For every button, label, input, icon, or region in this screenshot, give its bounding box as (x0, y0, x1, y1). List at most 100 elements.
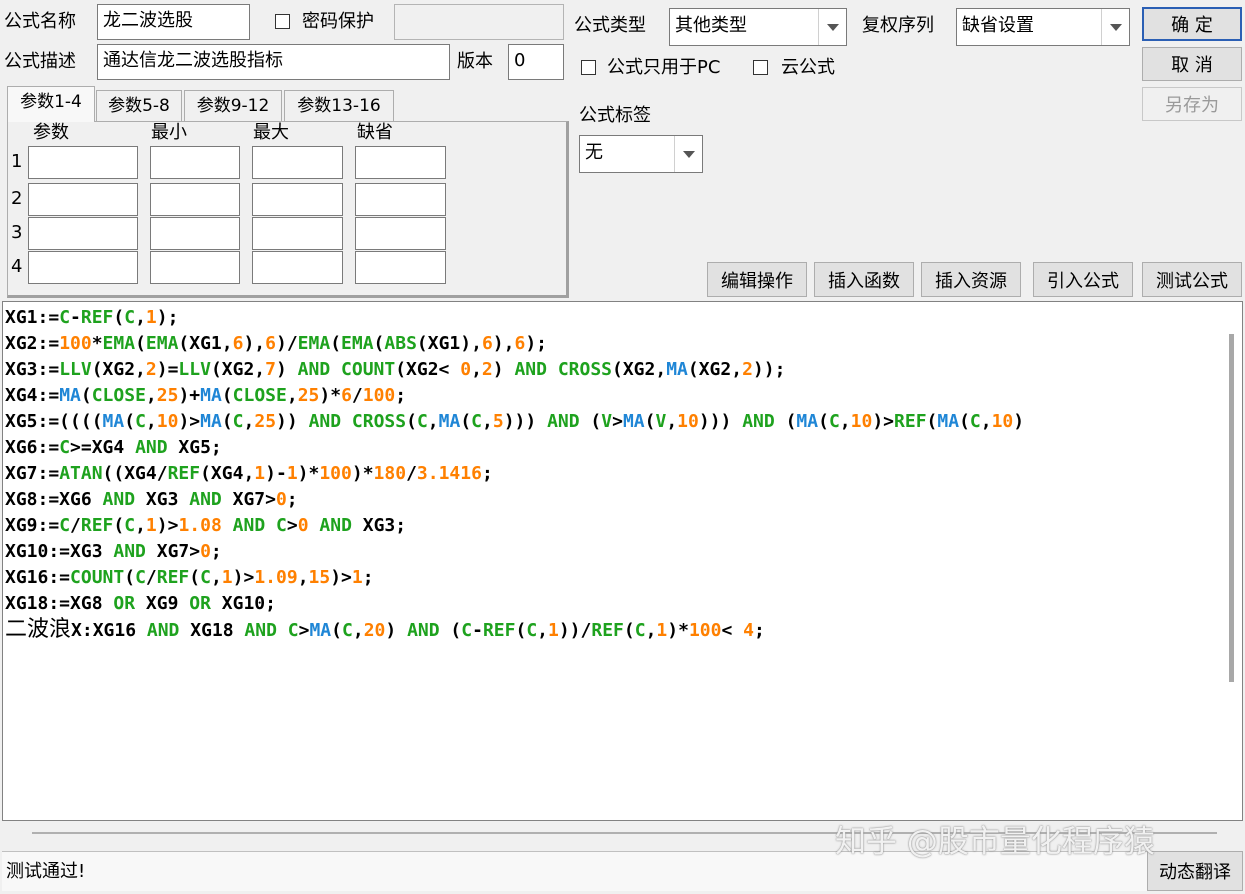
code-token: * (91, 333, 103, 354)
code-token: EMA (297, 333, 331, 354)
code-token: REF (167, 463, 201, 484)
code-token: 2 (145, 359, 157, 380)
param-default-field[interactable] (355, 251, 446, 284)
import-formula-button[interactable]: 引入公式 (1033, 262, 1133, 297)
code-token: REF (894, 411, 927, 432)
param-max-field[interactable] (252, 146, 343, 179)
insert-function-button[interactable]: 插入函数 (814, 262, 914, 297)
code-token: (XG2, (687, 359, 743, 380)
code-line: XG8:=XG6 AND XG3 AND XG7>0; (5, 487, 298, 513)
code-token: EMA (145, 333, 179, 354)
param-name-field[interactable] (28, 146, 138, 179)
code-token: REF (156, 567, 190, 588)
param-min-field[interactable] (150, 217, 240, 250)
code-line: XG9:=C/REF(C,1)>1.08 AND C>0 AND XG3; (5, 513, 406, 539)
code-token: 7 (265, 359, 276, 380)
code-token: ( (189, 567, 201, 588)
tab-params-9-12[interactable]: 参数9-12 (184, 90, 282, 122)
param-max-field[interactable] (252, 183, 343, 216)
code-line: XG2:=100*EMA(EMA(XG1,6),6)/EMA(EMA(ABS(X… (5, 331, 547, 357)
code-token: C (969, 411, 981, 432)
code-token: ( (113, 515, 125, 536)
param-default-field[interactable] (355, 217, 446, 250)
code-token: )* (297, 463, 320, 484)
password-input[interactable] (394, 4, 564, 40)
code-token: LLV (59, 359, 92, 380)
formula-code-editor[interactable]: XG1:=C-REF(C,1); XG2:=100*EMA(EMA(XG1,6),… (2, 301, 1243, 821)
code-token: C (200, 567, 211, 588)
insert-resource-button[interactable]: 插入资源 (921, 262, 1021, 297)
code-token: ( (221, 411, 233, 432)
save-as-button[interactable]: 另存为 (1142, 87, 1242, 121)
formula-type-select[interactable]: 其他类型 (669, 8, 847, 46)
code-token: C (59, 307, 71, 328)
code-token: XG6:= (5, 437, 60, 458)
code-token: ( (644, 411, 656, 432)
formula-name-input[interactable]: 龙二波选股 (97, 4, 250, 40)
code-token: MA (200, 385, 222, 406)
tab-params-5-8[interactable]: 参数5-8 (96, 90, 182, 122)
param-name-field[interactable] (28, 217, 138, 250)
code-token: ATAN (59, 463, 103, 484)
param-min-field[interactable] (150, 251, 240, 284)
formula-desc-input[interactable]: 通达信龙二波选股指标 (97, 44, 450, 80)
code-token: 15 (308, 567, 331, 588)
param-min-field[interactable] (150, 146, 240, 179)
code-token: CLOSE (232, 385, 287, 406)
code-token: < (721, 620, 744, 641)
code-token: 2 (742, 359, 753, 380)
formula-tag-select[interactable]: 无 (579, 135, 703, 173)
code-token: , (666, 411, 678, 432)
chevron-down-icon[interactable] (1101, 9, 1129, 45)
code-token: XG4:= (5, 385, 60, 406)
code-token: , (839, 411, 851, 432)
code-token: 1 (548, 620, 559, 641)
tab-params-13-16[interactable]: 参数13-16 (284, 90, 394, 122)
code-token: C (276, 515, 287, 536)
code-token: XG10; (210, 593, 276, 614)
code-token: ( (113, 307, 125, 328)
code-token: ABS (384, 333, 417, 354)
param-max-field[interactable] (252, 251, 343, 284)
param-max-field[interactable] (252, 217, 343, 250)
code-token: ; (395, 385, 407, 406)
code-token: AND (514, 359, 547, 380)
param-min-field[interactable] (150, 183, 240, 216)
code-token: V (601, 411, 613, 432)
chevron-down-icon[interactable] (674, 136, 702, 172)
password-checkbox[interactable] (275, 14, 290, 29)
edit-operations-button[interactable]: 编辑操作 (707, 262, 807, 297)
code-line: XG1:=C-REF(C,1); (5, 305, 178, 331)
chevron-down-icon[interactable] (818, 9, 846, 45)
param-name-field[interactable] (28, 251, 138, 284)
param-default-field[interactable] (355, 146, 446, 179)
code-token: C (416, 411, 428, 432)
code-token: XG16:= (5, 567, 71, 588)
code-token: , (135, 307, 146, 328)
code-token: AND (297, 359, 331, 380)
code-token: 4 (743, 620, 754, 641)
ok-button[interactable]: 确 定 (1142, 7, 1242, 41)
code-line: XG5:=((((MA(C,10)>MA(C,25)) AND CROSS(C,… (5, 409, 1024, 435)
param-default-field[interactable] (355, 183, 446, 216)
test-formula-button[interactable]: 测试公式 (1142, 262, 1242, 297)
param-header-default: 缺省 (357, 122, 393, 143)
rights-series-select[interactable]: 缺省设置 (956, 8, 1130, 46)
cloud-formula-checkbox[interactable] (753, 60, 768, 75)
param-name-field[interactable] (28, 183, 138, 216)
code-token: 1.08 (178, 515, 222, 536)
dynamic-translate-button[interactable]: 动态翻译 (1147, 851, 1243, 891)
cancel-button[interactable]: 取 消 (1142, 47, 1242, 81)
tab-params-1-4[interactable]: 参数1-4 (7, 86, 95, 122)
code-token: XG8:=XG6 (5, 489, 103, 510)
code-token: ( (124, 411, 136, 432)
code-token: ( (818, 411, 829, 432)
code-token: CLOSE (91, 385, 146, 406)
code-token: ))) (503, 411, 548, 432)
scrollbar-thumb[interactable] (1229, 334, 1234, 682)
vertical-scrollbar[interactable] (1222, 302, 1242, 820)
pc-only-checkbox[interactable] (581, 60, 596, 75)
version-input[interactable]: 0 (508, 44, 564, 80)
